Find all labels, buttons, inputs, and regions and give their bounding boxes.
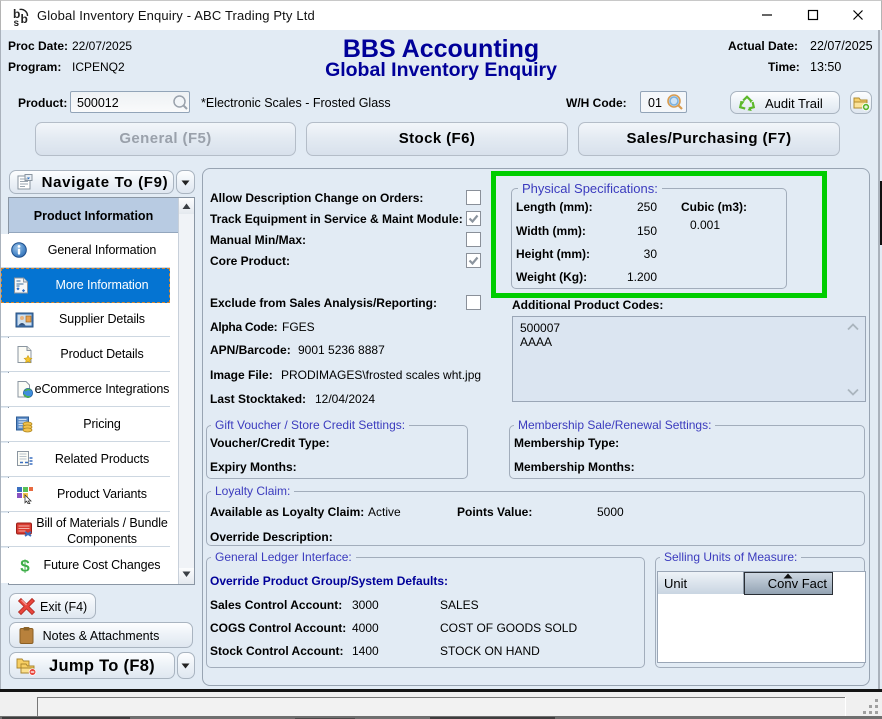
svg-text:s: s — [14, 18, 20, 27]
svg-text:$: $ — [20, 557, 30, 576]
